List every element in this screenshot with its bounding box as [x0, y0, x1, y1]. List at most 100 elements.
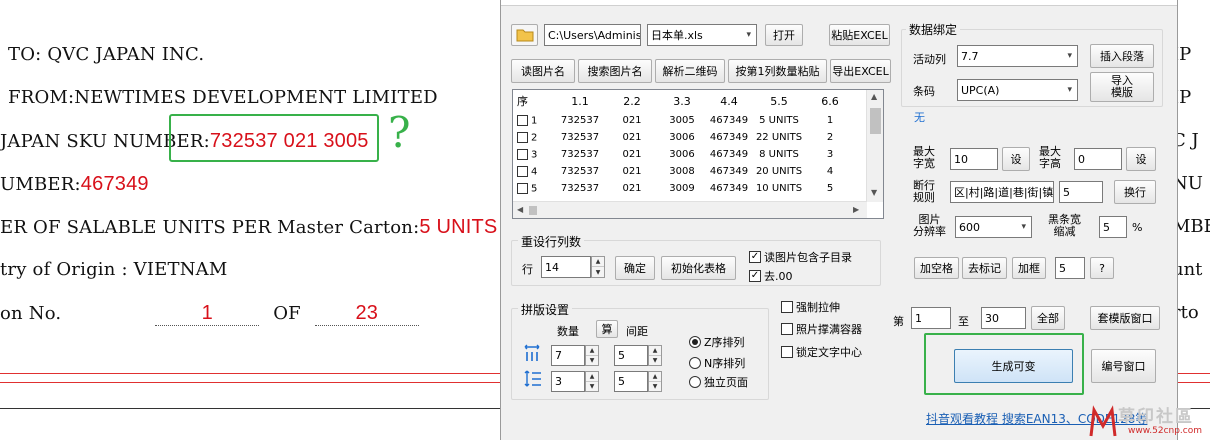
scroll-thumb[interactable]: [870, 108, 881, 134]
force-stretch-checkbox[interactable]: 强制拉伸: [781, 299, 840, 315]
export-excel-button[interactable]: 导出EXCEL: [830, 59, 891, 83]
table-row[interactable]: 4 732537 021 3008 467349 20 UNITS 4: [513, 163, 854, 180]
table-cell[interactable]: 5: [806, 180, 854, 197]
parse-qr-button[interactable]: 解析二维码: [655, 59, 725, 83]
table-cell[interactable]: 3006: [658, 146, 706, 163]
rows-input[interactable]: 14: [541, 256, 591, 278]
vertical-scrollbar[interactable]: ▲ ▼: [866, 90, 883, 202]
resolution-select[interactable]: 600 ▾: [955, 216, 1032, 238]
stepper-down-icon[interactable]: ▼: [586, 356, 598, 366]
table-cell[interactable]: 467349: [706, 180, 752, 197]
set-max-width-button[interactable]: 设: [1002, 147, 1030, 171]
column-header[interactable]: 4.4: [706, 90, 752, 112]
table-cell[interactable]: 3: [806, 146, 854, 163]
table-cell[interactable]: 1: [806, 112, 854, 129]
template-window-button[interactable]: 套模版窗口: [1090, 306, 1160, 330]
horizontal-scrollbar[interactable]: ◀ ▶: [513, 201, 867, 218]
stepper-up-icon[interactable]: ▲: [649, 372, 661, 382]
stepper-down-icon[interactable]: ▼: [649, 382, 661, 392]
number-window-button[interactable]: 编号窗口: [1091, 349, 1156, 383]
line-break-num-input[interactable]: 5: [1059, 181, 1103, 203]
active-col-select[interactable]: 7.7 ▾: [957, 45, 1078, 67]
stepper-up-icon[interactable]: ▲: [586, 372, 598, 382]
stepper-down-icon[interactable]: ▼: [649, 356, 661, 366]
table-cell[interactable]: 021: [606, 129, 658, 146]
row-checkbox[interactable]: [517, 131, 528, 143]
table-cell[interactable]: 2: [806, 129, 854, 146]
add-frame-button[interactable]: 加框: [1012, 257, 1046, 279]
confirm-button[interactable]: 确定: [615, 256, 655, 280]
radio-z-order[interactable]: Z序排列: [689, 334, 745, 350]
table-cell[interactable]: 3008: [658, 163, 706, 180]
qty-rows-input[interactable]: 3: [551, 371, 585, 392]
table-cell[interactable]: 4: [806, 163, 854, 180]
fill-container-checkbox[interactable]: 照片撑满容器: [781, 321, 862, 337]
table-row[interactable]: 1 732537 021 3005 467349 5 UNITS 1: [513, 112, 854, 129]
calc-button[interactable]: 算: [596, 320, 618, 338]
scroll-down-icon[interactable]: ▼: [871, 188, 877, 197]
table-cell[interactable]: 021: [606, 146, 658, 163]
table-cell[interactable]: 3009: [658, 180, 706, 197]
qty-cols-input[interactable]: 7: [551, 345, 585, 366]
table-cell[interactable]: 467349: [706, 163, 752, 180]
table-cell[interactable]: 22 UNITS: [752, 129, 806, 146]
generate-variable-button[interactable]: 生成可变: [954, 349, 1073, 383]
qty-cols-stepper[interactable]: ▲ ▼: [585, 345, 599, 366]
table-cell[interactable]: 5 UNITS: [752, 112, 806, 129]
table-cell[interactable]: 732537: [554, 112, 606, 129]
remove-00-checkbox[interactable]: ✓ 去.00: [749, 268, 793, 284]
wrap-button[interactable]: 换行: [1114, 180, 1156, 204]
init-table-button[interactable]: 初始化表格: [661, 256, 736, 280]
table-cell[interactable]: 20 UNITS: [752, 163, 806, 180]
column-header[interactable]: 3.3: [658, 90, 706, 112]
gap-rows-stepper[interactable]: ▲ ▼: [648, 371, 662, 392]
table-cell[interactable]: 021: [606, 180, 658, 197]
paste-excel-button[interactable]: 粘贴EXCEL: [829, 24, 890, 46]
read-image-name-button[interactable]: 读图片名: [511, 59, 575, 83]
column-header[interactable]: 5.5: [752, 90, 806, 112]
data-grid[interactable]: 序 1.1 2.2 3.3 4.4 5.5 6.6 1 732537 021 3…: [512, 89, 884, 219]
add-space-button[interactable]: 加空格: [914, 257, 959, 279]
table-cell[interactable]: 10 UNITS: [752, 180, 806, 197]
row-checkbox[interactable]: [517, 148, 528, 160]
gap-cols-stepper[interactable]: ▲ ▼: [648, 345, 662, 366]
row-checkbox[interactable]: [517, 114, 528, 126]
rows-stepper[interactable]: ▲ ▼: [591, 256, 605, 278]
table-cell[interactable]: 3006: [658, 129, 706, 146]
page-to-input[interactable]: 30: [981, 307, 1026, 329]
all-pages-button[interactable]: 全部: [1031, 306, 1065, 330]
column-header[interactable]: 6.6: [806, 90, 854, 112]
import-template-button[interactable]: 导入 模版: [1090, 72, 1154, 102]
table-row[interactable]: 5 732537 021 3009 467349 10 UNITS 5: [513, 180, 854, 197]
gap-rows-input[interactable]: 5: [614, 371, 648, 392]
max-width-input[interactable]: 10: [950, 148, 998, 170]
help-button[interactable]: ?: [1090, 257, 1114, 279]
remove-mark-button[interactable]: 去标记: [962, 257, 1007, 279]
subfolder-checkbox[interactable]: ✓ 读图片包含子目录: [749, 249, 852, 265]
set-max-height-button[interactable]: 设: [1126, 147, 1156, 171]
bar-shrink-input[interactable]: 5: [1099, 216, 1127, 238]
table-cell[interactable]: 467349: [706, 129, 752, 146]
stepper-down-icon[interactable]: ▼: [586, 382, 598, 392]
table-row[interactable]: 2 732537 021 3006 467349 22 UNITS 2: [513, 129, 854, 146]
open-folder-button[interactable]: [511, 24, 538, 46]
table-cell[interactable]: 467349: [706, 146, 752, 163]
stepper-up-icon[interactable]: ▲: [592, 257, 604, 267]
path-input[interactable]: C:\Users\Administ: [544, 24, 641, 46]
insert-paragraph-button[interactable]: 插入段落: [1090, 44, 1154, 68]
gap-cols-input[interactable]: 5: [614, 345, 648, 366]
table-cell[interactable]: 732537: [554, 146, 606, 163]
row-checkbox[interactable]: [517, 182, 528, 194]
scroll-up-icon[interactable]: ▲: [871, 92, 877, 101]
barcode-select[interactable]: UPC(A) ▾: [957, 79, 1078, 101]
stepper-up-icon[interactable]: ▲: [649, 346, 661, 356]
table-cell[interactable]: 732537: [554, 180, 606, 197]
scroll-left-icon[interactable]: ◀: [517, 205, 523, 214]
radio-single-page[interactable]: 独立页面: [689, 374, 748, 390]
page-from-input[interactable]: 1: [911, 307, 951, 329]
table-cell[interactable]: 467349: [706, 112, 752, 129]
lock-center-checkbox[interactable]: 锁定文字中心: [781, 344, 862, 360]
file-select[interactable]: 日本单.xls ▾: [647, 24, 757, 46]
table-cell[interactable]: 021: [606, 112, 658, 129]
max-height-input[interactable]: 0: [1074, 148, 1122, 170]
